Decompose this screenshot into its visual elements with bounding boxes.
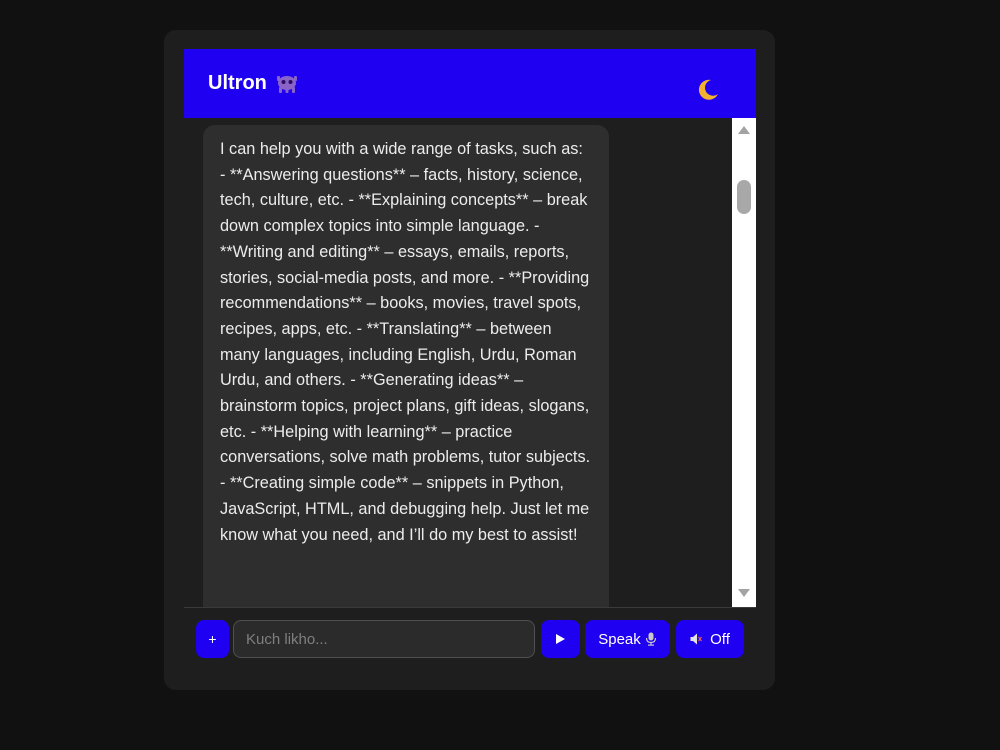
message-input[interactable] (233, 620, 535, 658)
app-title: Ultron (208, 72, 267, 94)
assistant-message: I can help you with a wide range of task… (203, 125, 609, 607)
alien-monster-icon (275, 73, 299, 95)
chat-header: Ultron (184, 49, 756, 118)
chat-window: Ultron I can help you with a wide range … (164, 30, 775, 690)
speak-button-label: Speak (598, 630, 641, 648)
title-group: Ultron (208, 72, 299, 95)
mute-toggle-button[interactable]: Off (676, 620, 744, 658)
crescent-moon-icon[interactable] (696, 78, 720, 102)
scrollbar-thumb[interactable] (737, 180, 751, 214)
speak-button[interactable]: Speak (585, 620, 670, 658)
play-triangle-icon (556, 634, 565, 644)
message-list[interactable]: I can help you with a wide range of task… (184, 118, 756, 608)
muted-speaker-icon (690, 632, 703, 646)
scroll-down-arrow-icon[interactable] (738, 589, 750, 597)
microphone-icon (645, 632, 657, 646)
chat-scrollbar[interactable] (732, 118, 756, 607)
mute-button-label: Off (710, 630, 730, 648)
attach-button[interactable]: + (196, 620, 229, 658)
send-button[interactable] (541, 620, 580, 658)
scroll-up-arrow-icon[interactable] (738, 126, 750, 134)
